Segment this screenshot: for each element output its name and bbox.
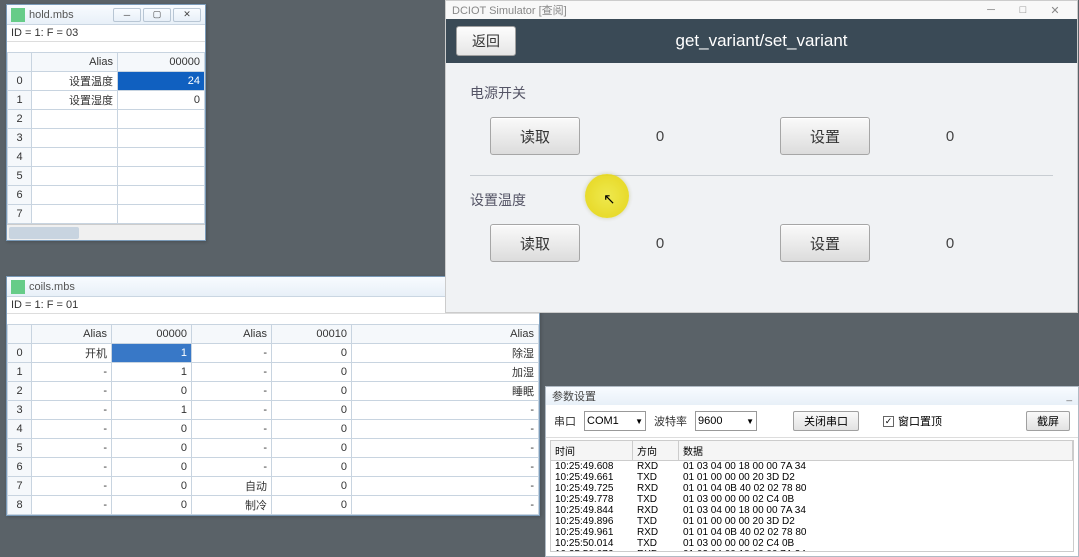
- log-row: 10:25:50.014TXD01 03 00 00 00 02 C4 0B: [551, 538, 1073, 549]
- baud-label: 波特率: [654, 413, 687, 429]
- table-row[interactable]: 3: [8, 129, 205, 148]
- section-temp-label: 设置温度: [470, 190, 1053, 210]
- coils-grid[interactable]: Alias 00000 Alias 00010 Alias 0开机1-0除湿1-…: [7, 324, 539, 515]
- serial-log-body[interactable]: 10:25:49.608RXD01 03 04 00 18 00 00 7A 3…: [551, 461, 1073, 551]
- col-alias-1: Alias: [192, 325, 272, 344]
- log-row: 10:25:49.844RXD01 03 04 00 18 00 00 7A 3…: [551, 505, 1073, 516]
- hold-grid[interactable]: Alias00000 0设置温度241设置湿度0234567: [7, 52, 205, 224]
- minimize-button[interactable]: ─: [113, 8, 141, 22]
- power-set-value: 0: [870, 128, 1030, 145]
- table-row[interactable]: 0开机1-0除湿: [8, 344, 539, 363]
- log-row: 10:25:49.778TXD01 03 00 00 00 02 C4 0B: [551, 494, 1073, 505]
- simulator-chrome[interactable]: DCIOT Simulator [查阅] ─ □ ✕: [446, 1, 1077, 19]
- capture-button[interactable]: 截屏: [1026, 411, 1070, 431]
- table-row[interactable]: 7-0自动0-: [8, 477, 539, 496]
- maximize-button[interactable]: □: [1007, 4, 1039, 16]
- temp-set-button[interactable]: 设置: [780, 224, 870, 262]
- power-read-button[interactable]: 读取: [490, 117, 580, 155]
- log-row: 10:25:49.896TXD01 01 00 00 00 20 3D D2: [551, 516, 1073, 527]
- log-row: 10:25:49.608RXD01 03 04 00 18 00 00 7A 3…: [551, 461, 1073, 472]
- hold-id-bar: ID = 1: F = 03: [7, 25, 205, 42]
- hold-scrollbar[interactable]: [7, 224, 205, 240]
- col-00000: 00000: [118, 53, 205, 72]
- divider: [470, 175, 1053, 176]
- section-power-label: 电源开关: [470, 83, 1053, 103]
- port-label: 串口: [554, 413, 576, 429]
- serial-toolbar: 串口 COM1▼ 波特率 9600▼ 关闭串口 ✓窗口置顶 截屏: [546, 405, 1078, 438]
- hold-titlebar[interactable]: hold.mbs ─ ▢ ✕: [7, 5, 205, 25]
- coils-title-text: coils.mbs: [29, 281, 75, 293]
- close-button[interactable]: ✕: [173, 8, 201, 22]
- serial-title-text: 参数设置: [552, 388, 596, 404]
- col-alias-2: Alias: [352, 325, 539, 344]
- file-icon: [11, 8, 25, 22]
- col-alias: Alias: [32, 53, 118, 72]
- simulator-title: get_variant/set_variant: [446, 31, 1077, 51]
- col-00000: 00000: [112, 325, 192, 344]
- table-row[interactable]: 6-0-0-: [8, 458, 539, 477]
- table-row[interactable]: 1-1-0加湿: [8, 363, 539, 382]
- log-col-time: 时间: [551, 441, 633, 460]
- simulator-window: DCIOT Simulator [查阅] ─ □ ✕ 返回 get_varian…: [445, 0, 1078, 313]
- col-alias-0: Alias: [32, 325, 112, 344]
- power-read-value: 0: [580, 128, 740, 145]
- back-button[interactable]: 返回: [456, 26, 516, 56]
- table-row[interactable]: 8-0制冷0-: [8, 496, 539, 515]
- topmost-checkbox[interactable]: ✓窗口置顶: [883, 413, 942, 429]
- table-row[interactable]: 6: [8, 186, 205, 205]
- table-row[interactable]: 4: [8, 148, 205, 167]
- simulator-chrome-title: DCIOT Simulator [查阅]: [452, 2, 567, 18]
- log-row: 10:25:49.661TXD01 01 00 00 00 20 3D D2: [551, 472, 1073, 483]
- close-button[interactable]: ✕: [1039, 4, 1071, 17]
- chevron-down-icon: ▼: [635, 417, 643, 426]
- table-row[interactable]: 5: [8, 167, 205, 186]
- log-row: 10:25:50.076RXD01 03 04 00 18 00 00 7A 3…: [551, 549, 1073, 551]
- table-row[interactable]: 1设置湿度0: [8, 91, 205, 110]
- serial-window: 参数设置 _ 串口 COM1▼ 波特率 9600▼ 关闭串口 ✓窗口置顶 截屏 …: [545, 386, 1079, 557]
- table-row[interactable]: 7: [8, 205, 205, 224]
- table-row[interactable]: 5-0-0-: [8, 439, 539, 458]
- cursor-icon: ↖: [603, 190, 616, 208]
- temp-set-value: 0: [870, 235, 1030, 252]
- hold-title-text: hold.mbs: [29, 9, 74, 21]
- port-select[interactable]: COM1▼: [584, 411, 646, 431]
- temp-read-value: 0: [580, 235, 740, 252]
- chevron-down-icon: ▼: [746, 417, 754, 426]
- serial-titlebar[interactable]: 参数设置 _: [546, 387, 1078, 405]
- log-col-dir: 方向: [633, 441, 679, 460]
- minimize-button[interactable]: ─: [975, 4, 1007, 16]
- maximize-button[interactable]: ▢: [143, 8, 171, 22]
- file-icon: [11, 280, 25, 294]
- hold-window: hold.mbs ─ ▢ ✕ ID = 1: F = 03 Alias00000…: [6, 4, 206, 241]
- log-col-data: 数据: [679, 441, 1073, 460]
- close-port-button[interactable]: 关闭串口: [793, 411, 859, 431]
- table-row[interactable]: 2-0-0睡眠: [8, 382, 539, 401]
- table-row[interactable]: 3-1-0-: [8, 401, 539, 420]
- serial-log: 时间 方向 数据 10:25:49.608RXD01 03 04 00 18 0…: [550, 440, 1074, 552]
- table-row[interactable]: 4-0-0-: [8, 420, 539, 439]
- serial-close-x[interactable]: _: [1066, 391, 1072, 402]
- power-set-button[interactable]: 设置: [780, 117, 870, 155]
- table-row[interactable]: 2: [8, 110, 205, 129]
- baud-select[interactable]: 9600▼: [695, 411, 757, 431]
- table-row[interactable]: 0设置温度24: [8, 72, 205, 91]
- simulator-header: 返回 get_variant/set_variant: [446, 19, 1077, 63]
- col-00010: 00010: [272, 325, 352, 344]
- log-row: 10:25:49.725RXD01 01 04 0B 40 02 02 78 8…: [551, 483, 1073, 494]
- temp-read-button[interactable]: 读取: [490, 224, 580, 262]
- log-row: 10:25:49.961RXD01 01 04 0B 40 02 02 78 8…: [551, 527, 1073, 538]
